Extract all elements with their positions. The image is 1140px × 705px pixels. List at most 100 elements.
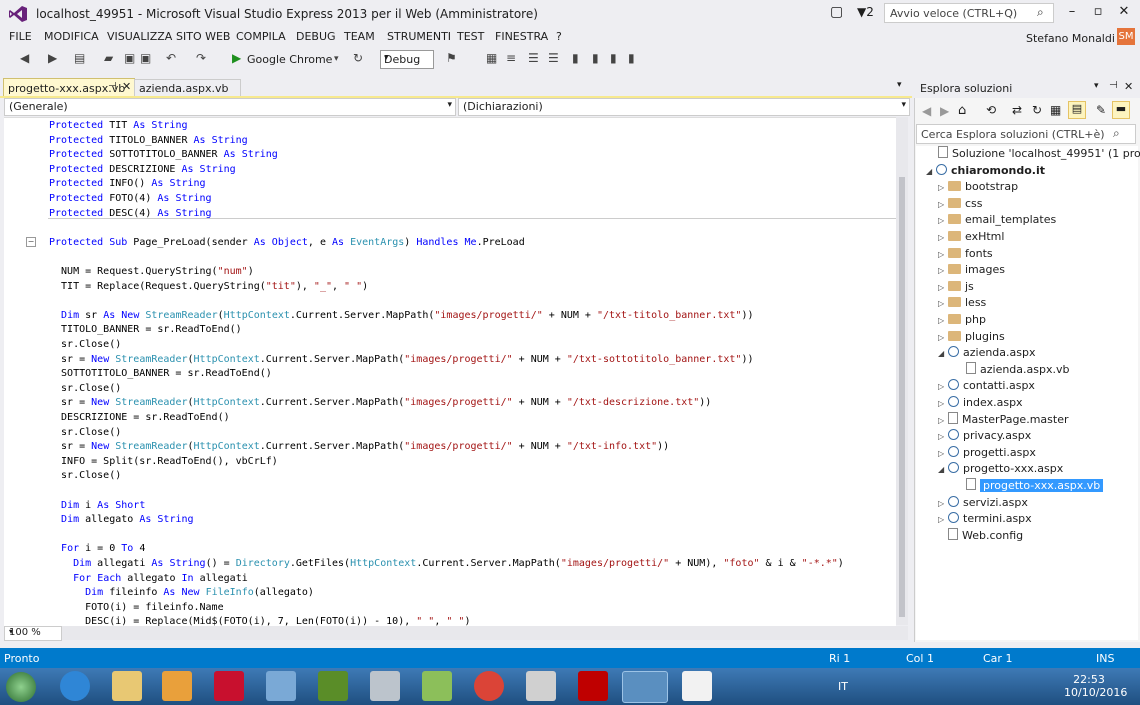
collapsed-icon[interactable]: ▷ [938,330,948,346]
expanded-icon[interactable]: ◢ [938,462,948,478]
show-all-files-icon[interactable]: ▤ [1068,101,1086,119]
collapsed-icon[interactable]: ▷ [938,213,948,229]
run-icon[interactable]: ▶ [232,51,241,65]
tree-item[interactable]: ▷ exHtml [938,229,1004,245]
editor-horizontal-scrollbar[interactable] [4,626,908,640]
solution-search-input[interactable]: Cerca Esplora soluzioni (CTRL+è) ⌕ [916,124,1136,144]
file-explorer-icon[interactable] [112,671,142,701]
collapsed-icon[interactable]: ▷ [938,413,948,429]
step-icon[interactable]: ▦ [486,51,497,65]
tab-progetto-xxx-aspx-vb[interactable]: progetto-xxx.aspx.vb ⊣ ✕ [3,78,135,97]
forward-icon[interactable]: ▶ [48,51,57,65]
collapsed-icon[interactable]: ▷ [938,180,948,196]
undo-icon[interactable]: ↶ [166,51,176,65]
system-tray[interactable]: IT [838,680,848,693]
pin-icon[interactable]: ⊣ [108,81,117,92]
tree-item[interactable]: ▷ termini.aspx [938,511,1032,527]
start-button[interactable] [6,672,36,702]
tools-app-icon[interactable] [526,671,556,701]
code-line[interactable]: sr.Close() [49,382,121,396]
user-name[interactable]: Stefano Monaldi [1026,32,1115,45]
bookmark-icon[interactable]: ▮ [572,51,579,65]
pin-icon[interactable]: ⊣ [1109,80,1118,91]
menu-finestra[interactable]: FINESTRA [495,30,548,43]
code-line[interactable]: Dim i As Short [49,499,145,513]
code-line[interactable]: TITOLO_BANNER = sr.ReadToEnd() [49,323,242,337]
forward-icon[interactable]: ▶ [940,104,949,118]
editor-vertical-scrollbar[interactable] [896,117,908,625]
bookmark-next-icon[interactable]: ▮ [610,51,617,65]
language-indicator[interactable]: IT [838,680,848,693]
tree-item[interactable]: ▷ css [938,196,983,212]
menu-sito-web[interactable]: SITO WEB [176,30,230,43]
collapse-icon[interactable]: − [26,237,36,247]
menu-team[interactable]: TEAM [344,30,375,43]
uncomment-icon[interactable]: ☰ [548,51,559,65]
menu-compila[interactable]: COMPILA [236,30,286,43]
collapsed-icon[interactable]: ▷ [938,512,948,528]
code-line[interactable]: Protected TITOLO_BANNER As String [49,134,248,148]
chart-app-icon[interactable] [422,671,452,701]
code-line[interactable]: Protected Sub Page_PreLoad(sender As Obj… [49,236,525,250]
tree-item[interactable]: ◢ chiaromondo.it [926,163,1045,179]
close-icon[interactable]: ✕ [122,80,131,93]
home-app-icon[interactable] [318,671,348,701]
browser-dropdown-icon[interactable]: ▾ [334,54,339,64]
back-icon[interactable]: ◀ [922,104,931,118]
code-line[interactable]: SOTTOTITOLO_BANNER = sr.ReadToEnd() [49,367,272,381]
code-line[interactable]: For i = 0 To 4 [49,542,145,556]
code-line[interactable]: Protected FOTO(4) As String [49,192,212,206]
collapsed-icon[interactable]: ▷ [938,396,948,412]
indent-icon[interactable]: ≡ [506,51,516,65]
tab-azienda-aspx-vb[interactable]: azienda.aspx.vb [134,79,241,97]
collapsed-icon[interactable]: ▷ [938,296,948,312]
zoom-select[interactable]: 100 % ▾ [4,626,62,641]
tree-item[interactable]: ▷ fonts [938,246,993,262]
home-icon[interactable]: ⌂ [958,103,966,118]
code-line[interactable]: Protected DESCRIZIONE As String [49,163,236,177]
menu-strumenti[interactable]: STRUMENTI [387,30,451,43]
collapsed-icon[interactable]: ▷ [938,230,948,246]
panel-options-icon[interactable]: ▾ [1094,81,1099,91]
collapsed-icon[interactable]: ▷ [938,379,948,395]
properties-icon[interactable]: ✎ [1096,103,1106,117]
collapsed-icon[interactable]: ▷ [938,496,948,512]
bookmark-clear-icon[interactable]: ▮ [628,51,635,65]
acrobat-icon[interactable] [214,671,244,701]
visual-studio-taskbar-icon[interactable] [622,671,668,703]
tree-item[interactable]: ▷ bootstrap [938,179,1018,195]
code-line[interactable]: NUM = Request.QueryString("num") [49,265,254,279]
code-line[interactable]: TIT = Replace(Request.QueryString("tit")… [49,280,368,294]
calculator-icon[interactable] [370,671,400,701]
expanded-icon[interactable]: ◢ [938,346,948,362]
tree-item[interactable]: ◢ progetto-xxx.aspx [938,461,1063,477]
tree-item[interactable]: ▷ php [938,312,986,328]
menu-modifica[interactable]: MODIFICA [44,30,99,43]
tree-item[interactable]: Soluzione 'localhost_49951' (1 progetto) [928,146,1140,162]
find-icon[interactable]: ⚑ [446,51,457,65]
run-browser-button[interactable]: Google Chrome [247,53,332,66]
feedback-icon[interactable]: ▢ [830,4,843,20]
filezilla-icon[interactable] [578,671,608,701]
open-file-icon[interactable]: ▰ [104,51,113,65]
apps-grid-icon[interactable] [682,671,712,701]
quick-launch-input[interactable]: Avvio veloce (CTRL+Q) ⌕ [884,3,1054,23]
expanded-icon[interactable]: ◢ [926,164,936,180]
tree-item[interactable]: ▷ MasterPage.master [938,411,1068,429]
scrollbar-thumb[interactable] [899,177,905,617]
sync-icon[interactable]: ⇄ [1012,103,1022,117]
tree-item[interactable]: ▷ contatti.aspx [938,378,1035,394]
code-line[interactable]: Dim allegati As String() = Directory.Get… [49,557,844,571]
code-line[interactable]: DESCRIZIONE = sr.ReadToEnd() [49,411,230,425]
tree-item[interactable]: progetto-xxx.aspx.vb [956,478,1104,494]
collapsed-icon[interactable]: ▷ [938,446,948,462]
refresh-icon[interactable]: ↻ [353,51,363,65]
history-icon[interactable]: ⟲ [986,103,996,117]
tree-item[interactable]: ▷ plugins [938,329,1005,345]
tree-item[interactable]: ▷ privacy.aspx [938,428,1031,444]
tree-item[interactable]: ▷ images [938,262,1005,278]
menu-file[interactable]: FILE [9,30,32,43]
tab-overflow-icon[interactable]: ▾ [897,80,902,90]
code-line[interactable]: FOTO(i) = fileinfo.Name [49,601,224,615]
collapsed-icon[interactable]: ▷ [938,197,948,213]
